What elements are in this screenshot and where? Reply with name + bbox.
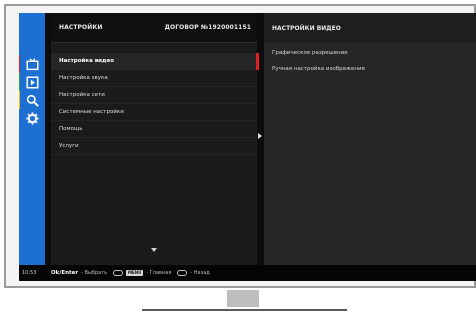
rail-marker-red <box>19 55 20 73</box>
video-settings-list: Графическое разрешение Ручная настройка … <box>264 43 476 77</box>
menu-item-network[interactable]: Настройка сети <box>51 87 257 104</box>
menu-action-label: - Главная <box>146 270 172 276</box>
tv-screen: НАСТРОЙКИ ДОГОВОР №1920001151 Настройка … <box>19 13 476 281</box>
menu-item-help[interactable]: Помощь <box>51 121 257 138</box>
menu-item-video[interactable]: Настройка видео <box>51 53 257 70</box>
side-rail <box>19 13 45 281</box>
selection-indicator <box>256 53 259 70</box>
video-item-resolution[interactable]: Графическое разрешение <box>264 45 476 61</box>
gear-icon[interactable] <box>23 109 41 127</box>
contract-number: ДОГОВОР №1920001151 <box>164 24 251 31</box>
rail-marker-green <box>19 73 20 91</box>
chevron-right-icon <box>258 133 262 139</box>
menu-key-badge: MENU <box>126 270 144 276</box>
settings-header: НАСТРОЙКИ ДОГОВОР №1920001151 <box>51 13 257 43</box>
key-hints: Ok/Enter - Выбрать MENU - Главная - Наза… <box>51 270 210 276</box>
clock: 10:53 <box>22 270 37 276</box>
search-icon[interactable] <box>23 91 41 109</box>
ok-enter-key: Ok/Enter <box>51 270 79 276</box>
settings-menu: Настройка видео Настройка звука Настройк… <box>51 53 257 155</box>
remote-home-icon <box>113 270 124 276</box>
tv-icon[interactable] <box>23 55 41 73</box>
scroll-down-icon[interactable] <box>151 248 157 252</box>
tv-stand-base <box>142 309 347 311</box>
back-key-icon <box>177 270 188 276</box>
status-bar: 10:53 Ok/Enter - Выбрать MENU - Главная … <box>19 265 476 281</box>
video-settings-title: НАСТРОЙКИ ВИДЕО <box>264 13 476 43</box>
video-item-manual-picture[interactable]: Ручная настройка изображения <box>264 61 476 77</box>
settings-panel: НАСТРОЙКИ ДОГОВОР №1920001151 Настройка … <box>51 13 259 281</box>
back-action-label: - Назад <box>190 270 210 276</box>
video-settings-panel: НАСТРОЙКИ ВИДЕО Графическое разрешение Р… <box>264 13 476 265</box>
menu-item-services[interactable]: Услуги <box>51 138 257 155</box>
play-icon[interactable] <box>23 73 41 91</box>
ok-action-label: - Выбрать <box>81 270 108 276</box>
settings-title: НАСТРОЙКИ <box>59 24 103 31</box>
tv-stand-neck <box>227 290 259 307</box>
menu-item-system[interactable]: Системные настройки <box>51 104 257 121</box>
rail-marker-yellow <box>19 91 20 109</box>
menu-item-sound[interactable]: Настройка звука <box>51 70 257 87</box>
